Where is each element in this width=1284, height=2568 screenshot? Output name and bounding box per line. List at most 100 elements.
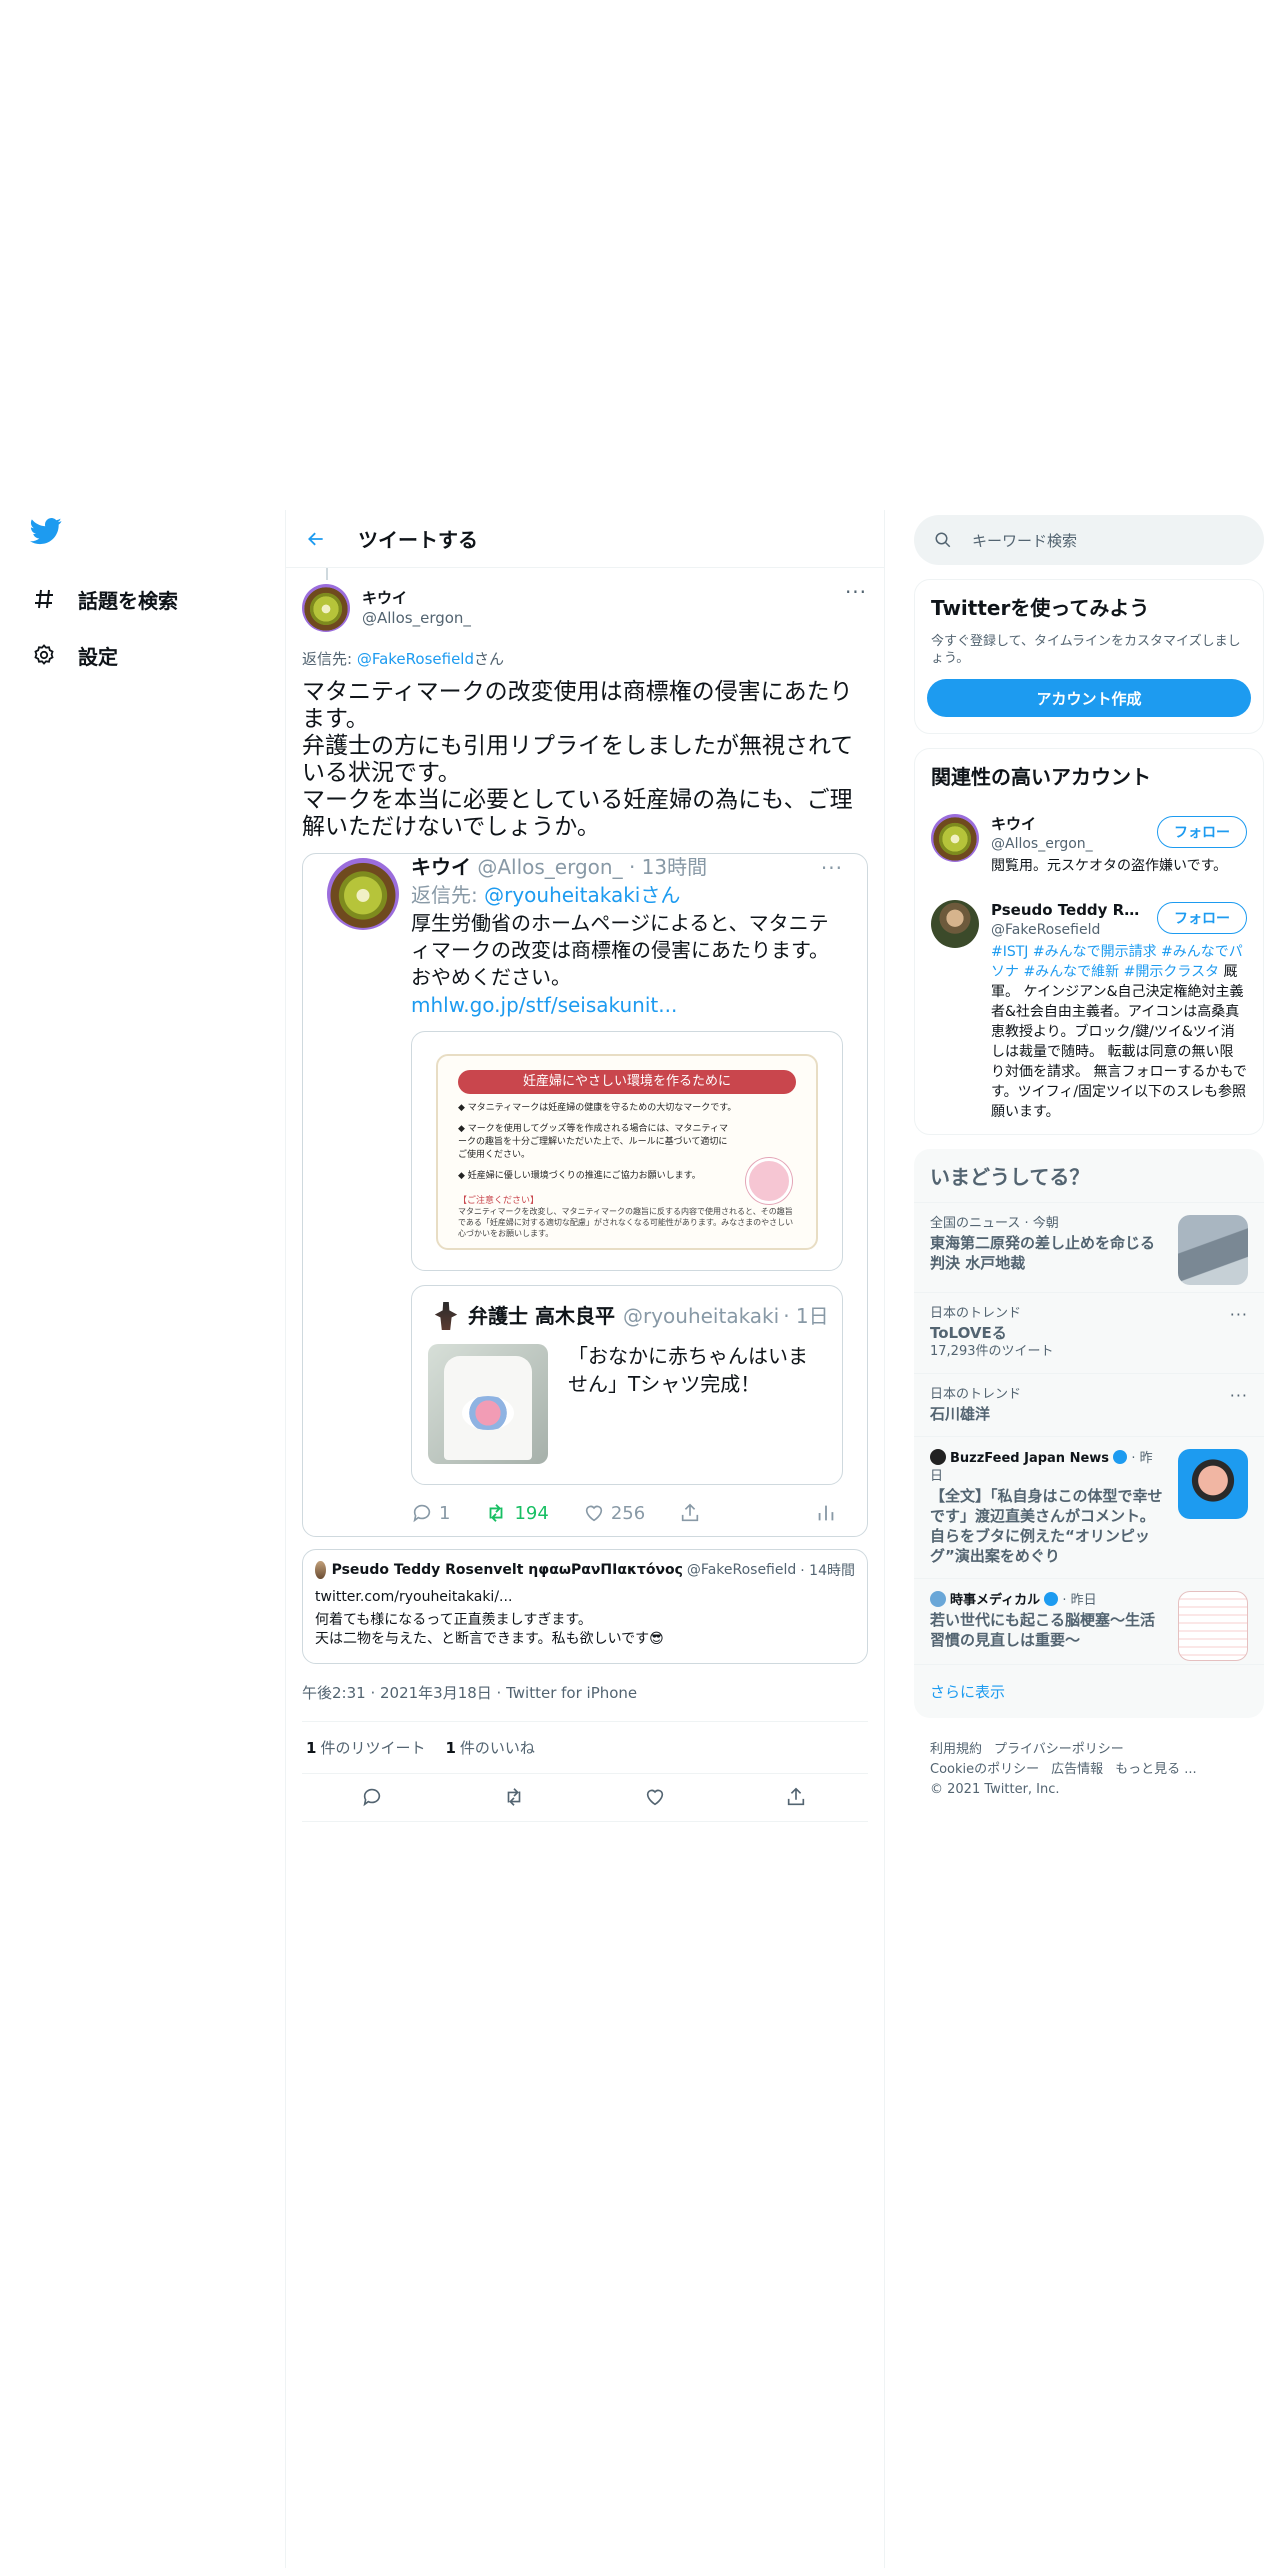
trend-more-icon[interactable]: ··· — [1230, 1386, 1248, 1405]
quoted-reply-button[interactable]: 1 — [411, 1502, 450, 1524]
hashtag-icon — [30, 585, 58, 613]
trend-source-name: 時事メディカル — [950, 1593, 1041, 1608]
nested-time[interactable]: · 1日 — [783, 1303, 828, 1329]
author-name[interactable]: キウイ — [362, 588, 471, 608]
quoted-header: キウイ @Allos_ergon_ · 13時間 — [411, 854, 843, 880]
footer-link[interactable]: もっと見る ... — [1115, 1762, 1197, 1777]
account-item[interactable]: キウイ @Allos_ergon_ 閲覧用。元スケオタの盗作嫌いです。 フォロー — [915, 802, 1263, 888]
quote-tweet-time[interactable]: · 14時間 — [800, 1560, 855, 1580]
quoted-time[interactable]: · 13時間 — [629, 855, 707, 879]
account-item[interactable]: Pseudo Teddy Rose... @FakeRosefield #IST… — [915, 888, 1263, 1134]
page-header: ツイートする — [286, 510, 884, 568]
poster-line: ◆ マークを使用してグッズ等を作成される場合には、マタニティマークの趣旨を十分ご… — [458, 1124, 728, 1160]
nested-avatar[interactable] — [434, 1302, 458, 1330]
trend-source-name: BuzzFeed Japan News — [950, 1451, 1110, 1466]
footer-link[interactable]: プライバシーポリシー — [994, 1742, 1124, 1757]
quoted-author-handle[interactable]: @Allos_ergon_ — [477, 855, 622, 879]
like-stat[interactable]: 1 件のいいね — [445, 1737, 534, 1758]
trend-item[interactable]: BuzzFeed Japan News · 昨日 【全文】「私自身はこの体型で幸… — [914, 1436, 1264, 1578]
reply-to: 返信先: @FakeRosefieldさん — [302, 648, 868, 669]
gear-icon — [30, 641, 58, 669]
related-accounts-card: 関連性の高いアカウント キウイ @Allos_ergon_ 閲覧用。元スケオタの… — [914, 748, 1264, 1135]
follow-button[interactable]: フォロー — [1157, 816, 1247, 848]
nav-settings-label: 設定 — [78, 644, 118, 669]
show-more-link[interactable]: さらに表示 — [914, 1664, 1264, 1718]
quoted-reply-prefix: 返信先: — [411, 883, 485, 907]
quoted-like-button[interactable]: 256 — [583, 1502, 645, 1524]
nav-settings[interactable]: 設定 — [30, 627, 270, 683]
tweet-text: マタニティマークの改変使用は商標権の侵害にあたります。 弁護士の方にも引用リプラ… — [302, 679, 854, 840]
main-tweet: キウイ @Allos_ergon_ ··· 返信先: @FakeRosefiel… — [286, 568, 884, 1822]
trend-time: · 昨日 — [1062, 1593, 1097, 1608]
author-handle[interactable]: @Allos_ergon_ — [362, 608, 471, 628]
footer-link[interactable]: Cookieのポリシー — [930, 1762, 1039, 1777]
nested-author-name[interactable]: 弁護士 高木良平 — [468, 1303, 615, 1329]
link-preview-card[interactable]: 妊産婦にやさしい環境を作るために ◆ マタニティマークは妊産婦の健康を守るための… — [411, 1031, 843, 1271]
reply-button[interactable] — [361, 1786, 385, 1810]
retweet-icon — [507, 1787, 521, 1806]
avatar[interactable] — [931, 900, 979, 948]
avatar[interactable] — [931, 814, 979, 862]
search-input[interactable]: キーワード検索 — [972, 530, 1077, 551]
bio-hashtags[interactable]: #ISTJ #みんなで開示請求 #みんなでパソナ #みんなで維新 #開示クラスタ — [991, 944, 1243, 980]
account-name[interactable]: キウイ — [991, 814, 1141, 834]
thread-line — [326, 568, 328, 580]
retweet-button[interactable] — [502, 1786, 526, 1810]
trend-item[interactable]: 全国のニュース · 今朝 東海第二原発の差し止めを命じる判決 水戸地裁 — [914, 1202, 1264, 1292]
trend-title: ToLOVEる — [930, 1324, 1007, 1342]
trend-item[interactable]: 時事メディカル · 昨日 若い世代にも起こる脳梗塞～生活習慣の見直しは重要～ — [914, 1578, 1264, 1664]
account-name[interactable]: Pseudo Teddy Rose... — [991, 900, 1141, 920]
page-title: ツイートする — [358, 528, 478, 552]
nav-explore[interactable]: 話題を検索 — [30, 571, 270, 627]
quoted-retweet-button[interactable]: 194 — [484, 1502, 549, 1524]
trend-more-icon[interactable]: ··· — [1230, 1305, 1248, 1324]
quoted-avatar[interactable] — [327, 858, 399, 930]
reply-to-suffix: さん — [474, 650, 505, 668]
footer-link[interactable]: 広告情報 — [1051, 1762, 1103, 1777]
quoted-tweet-card[interactable]: ··· キウイ @Allos_ergon_ · 13時間 返信先: @ryouh… — [302, 853, 868, 1537]
trend-context: 日本のトレンド — [930, 1306, 1022, 1321]
avatar[interactable] — [302, 584, 350, 632]
retweet-stat[interactable]: 1 件のリツイート — [306, 1737, 425, 1758]
tweet-author[interactable]: キウイ @Allos_ergon_ — [302, 578, 868, 638]
quoted-reply-link[interactable]: @ryouheitakakiさん — [484, 883, 680, 907]
tweet-timestamp[interactable]: 午後2:31 · 2021年3月18日 · Twitter for iPhone — [302, 1682, 868, 1722]
poster-note: マタニティマークを改変し、マタニティマークの趣旨に反する内容で使用されると、その… — [458, 1207, 794, 1238]
quote-tweet-avatar[interactable] — [315, 1561, 326, 1579]
heart-icon — [646, 1789, 663, 1805]
trend-item[interactable]: 日本のトレンド ToLOVEる 17,293件のツイート ··· — [914, 1292, 1264, 1373]
like-button[interactable] — [644, 1786, 668, 1810]
back-arrow-icon[interactable] — [302, 525, 330, 553]
search-box[interactable]: キーワード検索 — [914, 515, 1264, 565]
quote-tweet-author-name[interactable]: Pseudo Teddy Rosenvelt ηφαωΡανΠΙακτόνος — [332, 1562, 683, 1578]
quoted-share-button[interactable] — [679, 1502, 707, 1524]
quoted-analytics-button[interactable] — [815, 1502, 843, 1524]
quoted-text: 厚生労働省のホームページによると、マタニティマークの改変は商標権の侵害にあたりま… — [411, 911, 829, 989]
create-account-button[interactable]: アカウント作成 — [927, 679, 1251, 717]
like-stat-count: 1 — [445, 1739, 456, 1757]
more-options-icon[interactable]: ··· — [844, 582, 868, 606]
verified-icon — [1044, 1592, 1059, 1606]
nested-quoted-tweet[interactable]: 弁護士 高木良平 @ryouheitakaki · 1日 「おなかに赤ちゃんはい… — [411, 1285, 843, 1485]
quote-tweet-handle[interactable]: @FakeRosefield — [687, 1562, 796, 1578]
quote-tweet-text: 何着ても様になるって正直羨ましすぎます。 天は二物を与えた、と断言できます。私も… — [315, 1612, 664, 1647]
nested-header: 弁護士 高木良平 @ryouheitakaki · 1日 — [432, 1302, 830, 1330]
quoted-author-name[interactable]: キウイ — [411, 855, 471, 879]
quote-tweet-card[interactable]: Pseudo Teddy Rosenvelt ηφαωΡανΠΙακτόνος … — [302, 1549, 868, 1664]
trend-item[interactable]: 日本のトレンド 石川雄洋 ··· — [914, 1373, 1264, 1436]
share-button[interactable] — [785, 1786, 809, 1810]
left-nav: 話題を検索 設定 — [30, 515, 270, 683]
follow-button[interactable]: フォロー — [1157, 902, 1247, 934]
quote-tweet-link[interactable]: twitter.com/ryouheitakaki/... — [315, 1588, 855, 1607]
nested-author-handle[interactable]: @ryouheitakaki — [623, 1303, 779, 1329]
verified-icon — [1113, 1450, 1128, 1464]
heart-icon — [585, 1505, 602, 1522]
trend-title: 石川雄洋 — [930, 1405, 991, 1423]
reply-to-link[interactable]: @FakeRosefield — [357, 650, 474, 668]
right-sidebar: キーワード検索 Twitterを使ってみよう 今すぐ登録して、タイムラインをカス… — [914, 515, 1264, 1800]
quoted-link[interactable]: mhlw.go.jp/stf/seisakunit... — [411, 993, 677, 1017]
twitter-logo-icon[interactable] — [30, 515, 68, 553]
footer-link[interactable]: 利用規約 — [930, 1742, 982, 1757]
search-icon — [934, 531, 952, 549]
medical-article-thumbnail — [1178, 1591, 1248, 1661]
